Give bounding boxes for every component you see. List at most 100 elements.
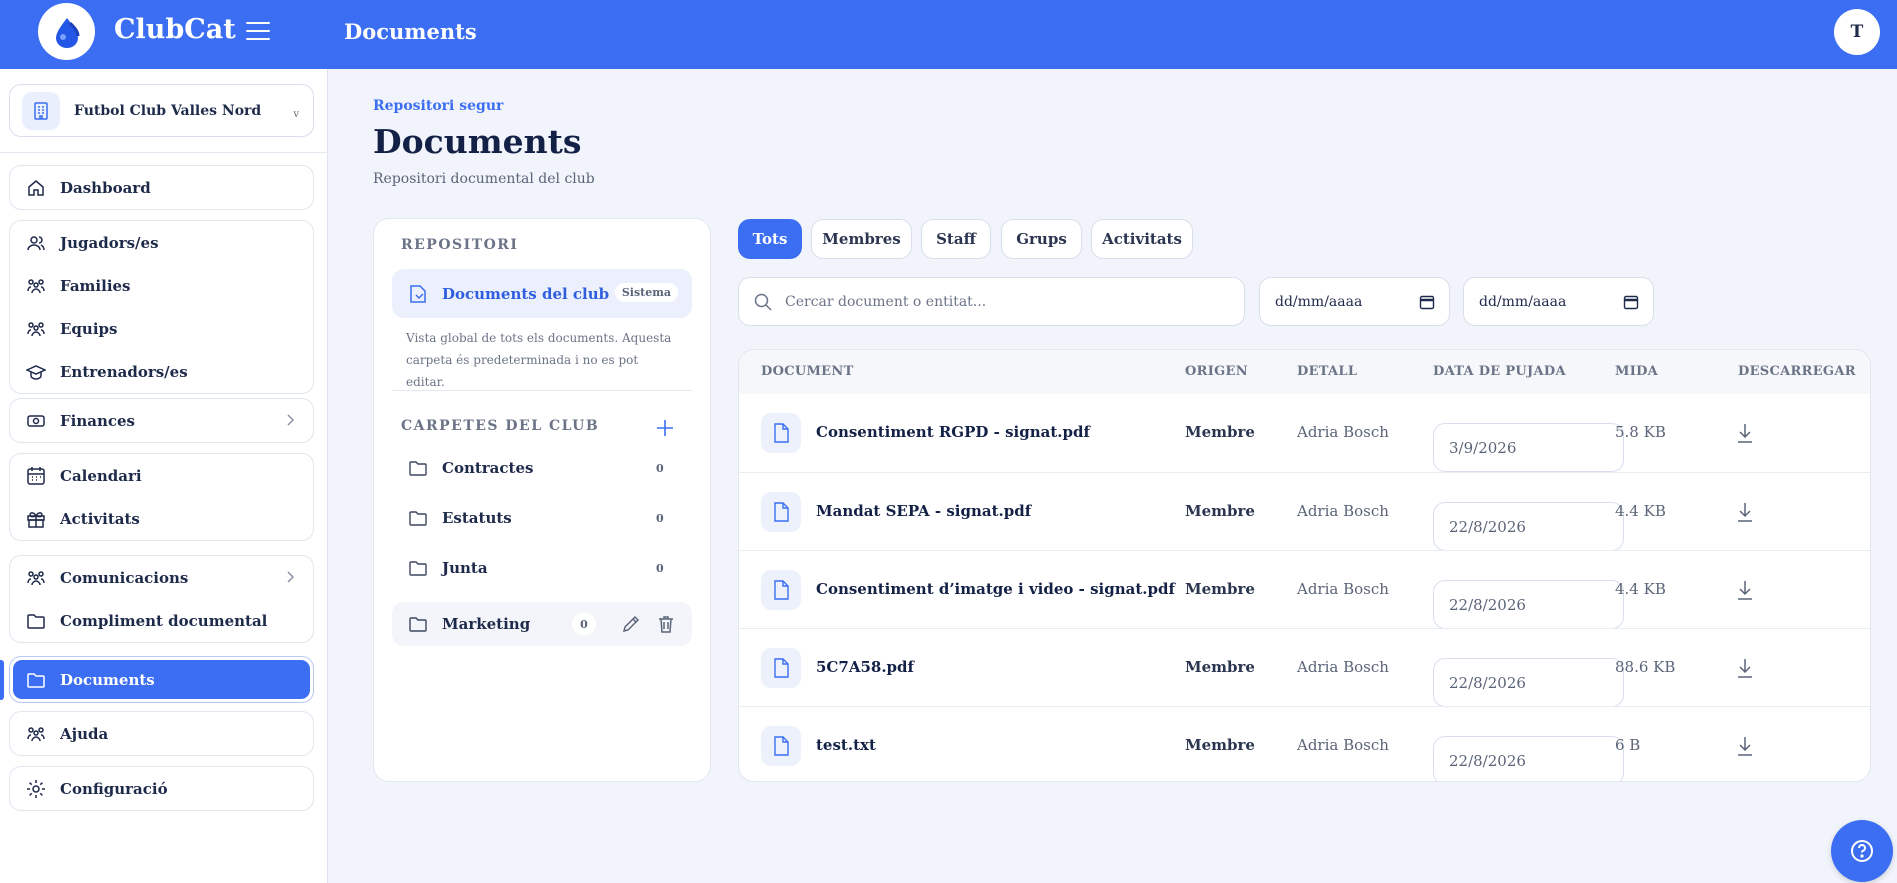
file-size: 88.6 KB	[1615, 658, 1676, 676]
club-name: Futbol Club Valles Nord	[74, 102, 262, 119]
sidebar-item-label: Documents	[60, 670, 155, 689]
document-name[interactable]: 5C7A58.pdf	[816, 658, 914, 676]
gear-icon	[27, 779, 45, 798]
column-header: DETALL	[1297, 364, 1358, 379]
page-eyebrow: Repositori segur	[373, 98, 504, 114]
edit-pencil-icon[interactable]	[620, 613, 642, 635]
nav-group-communications: Comunicacions Compliment documental	[9, 555, 314, 643]
sidebar-item-dashboard[interactable]: Dashboard	[10, 166, 313, 209]
graduation-cap-icon	[26, 364, 46, 380]
folder-item[interactable]: Contractes 0	[392, 446, 692, 490]
date-from-value: dd/mm/aaaa	[1275, 293, 1363, 310]
column-header: DESCARREGAR	[1738, 364, 1856, 379]
download-icon[interactable]	[1735, 579, 1755, 601]
chevron-right-icon	[287, 571, 295, 583]
nav-group-dashboard: Dashboard	[9, 165, 314, 210]
file-icon	[761, 492, 801, 532]
sidebar-item-documents[interactable]: Documents	[13, 660, 310, 699]
column-header: DATA DE PUJADA	[1433, 364, 1566, 379]
users-icon	[27, 235, 45, 250]
club-selector[interactable]: Futbol Club Valles Nord v	[9, 84, 314, 137]
sidebar-item-calendar[interactable]: Calendari	[10, 454, 313, 497]
column-header: ORIGEN	[1185, 364, 1248, 379]
table-row[interactable]: Consentiment RGPD - signat.pdf Membre Ad…	[739, 394, 1870, 472]
document-origin: Membre	[1185, 502, 1255, 520]
document-origin: Membre	[1185, 580, 1255, 598]
nav-group-settings: Configuració	[9, 766, 314, 811]
chevron-right-icon	[287, 414, 295, 426]
tab-members[interactable]: Membres	[811, 219, 912, 259]
folder-count: 0	[656, 511, 664, 525]
clubcat-logo[interactable]	[38, 3, 95, 60]
trash-icon[interactable]	[655, 613, 677, 635]
help-button[interactable]	[1831, 820, 1893, 882]
folder-item[interactable]: Junta 0	[392, 546, 692, 590]
sidebar-item-help[interactable]: Ajuda	[10, 712, 313, 755]
date-from-field[interactable]: dd/mm/aaaa	[1259, 277, 1450, 326]
table-row[interactable]: test.txt Membre Adria Bosch 22/8/2026 6 …	[739, 706, 1870, 781]
team-icon	[27, 321, 45, 336]
sidebar-item-settings[interactable]: Configuració	[10, 767, 313, 810]
building-icon	[22, 91, 60, 130]
folder-name: Contractes	[442, 459, 534, 477]
table-row[interactable]: Consentiment d’imatge i video - signat.p…	[739, 550, 1870, 629]
menu-toggle-icon[interactable]	[246, 22, 270, 42]
upload-date: 22/8/2026	[1433, 736, 1624, 781]
tab-activities[interactable]: Activitats	[1091, 219, 1193, 259]
repository-root-folder[interactable]: Documents del club Sistema	[392, 269, 692, 318]
column-header: MIDA	[1615, 364, 1659, 379]
sidebar-item-families[interactable]: Families	[10, 264, 313, 307]
nav-group-finances: Finances	[9, 398, 314, 443]
tab-all[interactable]: Tots	[738, 219, 802, 259]
download-icon[interactable]	[1735, 501, 1755, 523]
table-header: DOCUMENT ORIGEN DETALL DATA DE PUJADA MI…	[739, 350, 1870, 394]
chevron-down-icon: v	[293, 109, 299, 120]
download-icon[interactable]	[1735, 735, 1755, 757]
repository-root-label: Documents del club	[442, 284, 610, 303]
sidebar-item-label: Configuració	[60, 779, 168, 798]
repository-divider	[392, 390, 692, 391]
system-badge: Sistema	[614, 283, 678, 302]
download-icon[interactable]	[1735, 422, 1755, 444]
sidebar-item-coaches[interactable]: Entrenadors/es	[10, 350, 313, 393]
document-name[interactable]: test.txt	[816, 736, 876, 754]
sidebar-item-label: Finances	[60, 411, 135, 430]
document-detail: Adria Bosch	[1297, 423, 1389, 441]
sidebar-item-teams[interactable]: Equips	[10, 307, 313, 350]
download-icon[interactable]	[1735, 657, 1755, 679]
file-size: 5.8 KB	[1615, 423, 1666, 441]
table-row[interactable]: Mandat SEPA - signat.pdf Membre Adria Bo…	[739, 472, 1870, 551]
sidebar-item-communications[interactable]: Comunicacions	[10, 556, 313, 599]
document-name[interactable]: Mandat SEPA - signat.pdf	[816, 502, 1031, 520]
document-detail: Adria Bosch	[1297, 736, 1389, 754]
folder-count: 0	[656, 561, 664, 575]
folders-section-title: CARPETES DEL CLUB	[401, 418, 600, 434]
document-detail: Adria Bosch	[1297, 502, 1389, 520]
upload-date: 22/8/2026	[1433, 658, 1624, 707]
search-box	[738, 277, 1245, 326]
sidebar-item-players[interactable]: Jugadors/es	[10, 221, 313, 264]
date-to-value: dd/mm/aaaa	[1479, 293, 1567, 310]
page-title: Documents	[373, 122, 582, 161]
folder-icon	[409, 561, 427, 576]
folder-item[interactable]: Estatuts 0	[392, 496, 692, 540]
document-name[interactable]: Consentiment d’imatge i video - signat.p…	[816, 580, 1175, 598]
sidebar-item-compliance[interactable]: Compliment documental	[10, 599, 313, 642]
user-avatar[interactable]: T	[1834, 9, 1880, 55]
date-to-field[interactable]: dd/mm/aaaa	[1463, 277, 1654, 326]
search-input[interactable]	[785, 293, 1215, 310]
sidebar-item-activities[interactable]: Activitats	[10, 497, 313, 540]
table-row[interactable]: 5C7A58.pdf Membre Adria Bosch 22/8/2026 …	[739, 628, 1870, 707]
folder-item[interactable]: Marketing 0	[392, 602, 692, 646]
tab-staff[interactable]: Staff	[921, 219, 991, 259]
add-folder-icon[interactable]	[654, 417, 676, 439]
help-circle-icon	[1851, 840, 1873, 862]
tab-groups[interactable]: Grups	[1001, 219, 1082, 259]
sidebar-item-label: Entrenadors/es	[60, 362, 188, 381]
sidebar-item-label: Compliment documental	[60, 611, 268, 630]
sidebar-item-finances[interactable]: Finances	[10, 399, 313, 442]
home-icon	[28, 179, 44, 196]
active-indicator	[0, 660, 4, 700]
document-name[interactable]: Consentiment RGPD - signat.pdf	[816, 423, 1090, 441]
calendar-icon	[1623, 295, 1639, 310]
